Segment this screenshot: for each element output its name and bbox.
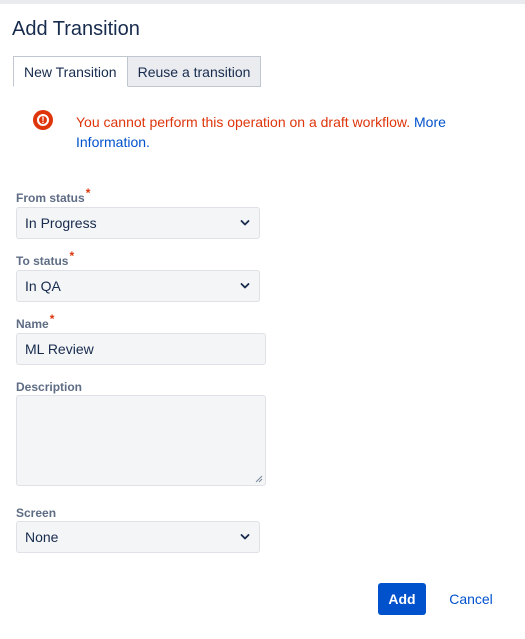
required-marker: *	[85, 186, 91, 200]
tab-bar: New Transition Reuse a transition	[13, 56, 262, 87]
resize-handle-icon[interactable]	[255, 475, 263, 483]
to-status-label-text: To status	[16, 254, 69, 268]
chevron-down-icon	[240, 534, 250, 540]
tab-reuse-transition[interactable]: Reuse a transition	[127, 56, 262, 87]
screen-label: Screen	[16, 506, 56, 520]
name-label: Name*	[16, 312, 54, 331]
to-status-select[interactable]: In QA	[16, 270, 260, 302]
screen-value: None	[25, 529, 59, 545]
from-status-label-text: From status	[16, 191, 85, 205]
alert-message-container: You cannot perform this operation on a d…	[76, 112, 486, 152]
required-marker: *	[49, 312, 55, 326]
chevron-down-icon	[240, 283, 250, 289]
to-status-label: To status*	[16, 249, 74, 268]
to-status-value: In QA	[25, 278, 61, 294]
error-icon: !	[33, 110, 53, 130]
cancel-button[interactable]: Cancel	[437, 583, 505, 615]
top-edge-strip	[0, 0, 525, 4]
tab-new-transition[interactable]: New Transition	[13, 56, 128, 87]
screen-select[interactable]: None	[16, 521, 260, 553]
from-status-value: In Progress	[25, 215, 97, 231]
name-input[interactable]: ML Review	[16, 333, 266, 365]
screen-label-text: Screen	[16, 506, 57, 520]
alert-message: You cannot perform this operation on a d…	[76, 114, 411, 130]
from-status-label: From status*	[16, 186, 90, 205]
description-label: Description	[16, 380, 82, 394]
dialog-title: Add Transition	[12, 18, 140, 40]
from-status-select[interactable]: In Progress	[16, 207, 260, 239]
chevron-down-icon	[240, 220, 250, 226]
required-marker: *	[69, 249, 75, 263]
description-textarea[interactable]	[16, 395, 266, 486]
name-value: ML Review	[25, 341, 94, 357]
description-label-text: Description	[16, 380, 83, 394]
name-label-text: Name	[16, 317, 49, 331]
add-button[interactable]: Add	[378, 583, 426, 615]
